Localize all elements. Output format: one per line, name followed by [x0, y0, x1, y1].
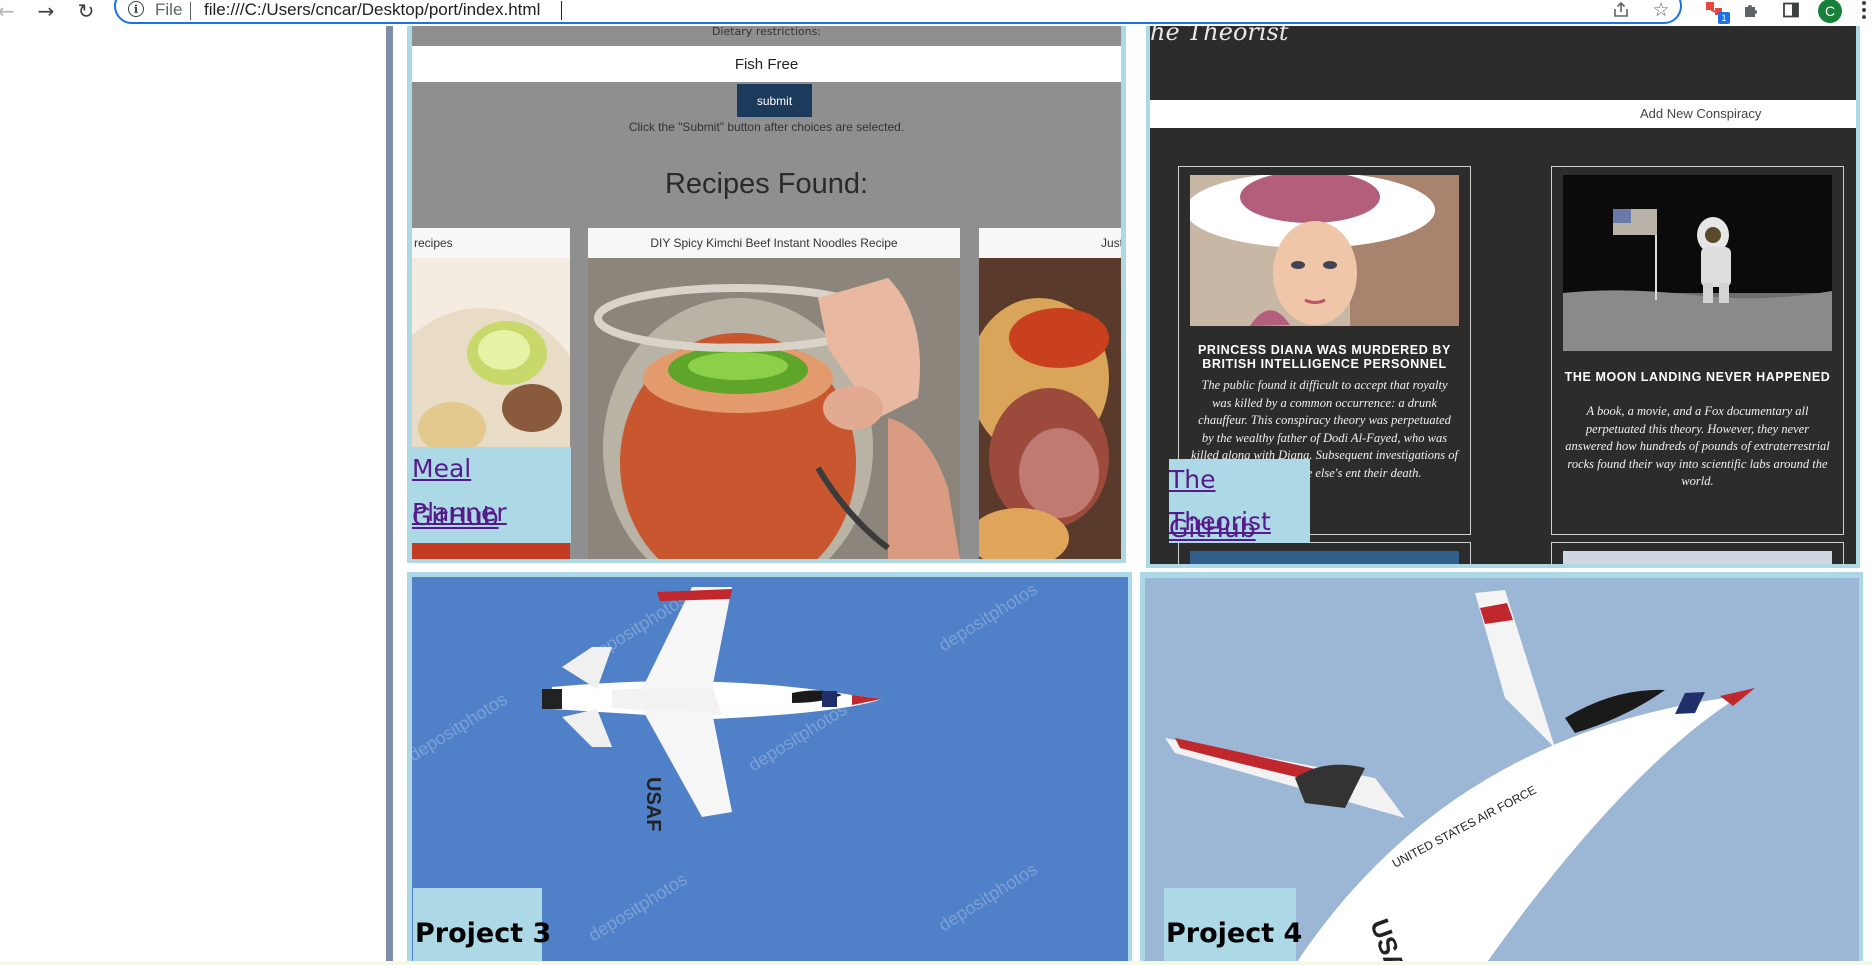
reload-icon: ↻: [77, 0, 95, 23]
reload-button[interactable]: ↻: [74, 0, 98, 22]
project-link-meal-planner[interactable]: Meal Planner: [412, 447, 571, 527]
conspiracy-body: A book, a movie, and a Fox documentary a…: [1565, 404, 1830, 488]
github-link-meal-planner[interactable]: GitHub: [412, 495, 571, 543]
project-4-title: Project 4: [1166, 918, 1303, 949]
extension-badge: 1: [1718, 12, 1730, 24]
restrictions-label: Dietary restrictions:: [711, 26, 822, 38]
arrow-right-icon: →: [37, 0, 55, 23]
back-button[interactable]: ←: [0, 0, 18, 22]
arrow-left-icon: ←: [0, 0, 15, 23]
kebab-menu-icon[interactable]: [1860, 0, 1868, 20]
forward-button[interactable]: →: [34, 0, 58, 22]
github-link-theorist[interactable]: GitHub: [1169, 508, 1310, 557]
text-caret: [561, 1, 562, 20]
project-link-theorist[interactable]: The Theorist: [1169, 459, 1310, 536]
submit-button: submit: [737, 84, 812, 117]
recipes-heading: Recipes Found:: [664, 168, 869, 200]
theorist-links: The Theorist GitHub: [1169, 459, 1310, 543]
recipe-title: DIY Spicy Kimchi Beef Instant Noodles Re…: [650, 236, 898, 250]
bottom-border: [0, 961, 1872, 965]
recipe-image: [979, 258, 1121, 559]
share-icon[interactable]: [1610, 0, 1632, 20]
theorist-title: he Theorist: [1150, 26, 1289, 46]
url-text[interactable]: file:///C:/Users/cncar/Desktop/port/inde…: [204, 0, 540, 20]
conspiracy-card: [1551, 542, 1844, 564]
scheme-label: File: [155, 0, 183, 19]
project-3-label-box: Project 3: [413, 888, 551, 965]
conspiracy-card: THE MOON LANDING NEVER HAPPENED A book, …: [1551, 166, 1844, 535]
sidebar-divider: [386, 26, 393, 965]
puzzle-icon[interactable]: [1740, 0, 1762, 20]
add-conspiracy-bar: Add New Conspiracy: [1150, 100, 1856, 128]
side-panel-icon[interactable]: [1780, 0, 1802, 20]
browser-toolbar: ← → ↻ i File file:///C:/Users/cncar/Desk…: [0, 0, 1872, 26]
recipe-title: Just: [1101, 236, 1121, 250]
diana-photo: [1190, 175, 1459, 326]
profile-avatar[interactable]: C: [1818, 0, 1842, 23]
conspiracy-heading: PRINCESS DIANA WAS MURDERED BY BRITISH I…: [1198, 343, 1451, 371]
recipe-card: Just: [979, 228, 1121, 559]
project-3-title: Project 3: [415, 918, 552, 949]
info-icon[interactable]: i: [128, 1, 144, 17]
usaf-marking: USAF: [642, 777, 664, 831]
meal-planner-links: Meal Planner GitHub: [412, 447, 571, 543]
project-4-label-box: Project 4: [1164, 888, 1302, 965]
submit-hint: Click the "Submit" button after choices …: [628, 120, 905, 134]
scheme-separator: [190, 2, 191, 20]
recipe-title: recipes: [414, 236, 453, 250]
conspiracy-heading: THE MOON LANDING NEVER HAPPENED: [1564, 370, 1831, 384]
moon-landing-photo: [1563, 175, 1832, 351]
add-conspiracy-label: Add New Conspiracy: [1640, 106, 1762, 121]
conspiracy-photo: [1563, 551, 1832, 564]
recipe-image: [588, 258, 960, 559]
recipe-card: DIY Spicy Kimchi Beef Instant Noodles Re…: [588, 228, 960, 559]
restriction-select: Fish Free: [412, 46, 1121, 82]
star-icon[interactable]: ☆: [1650, 0, 1672, 21]
